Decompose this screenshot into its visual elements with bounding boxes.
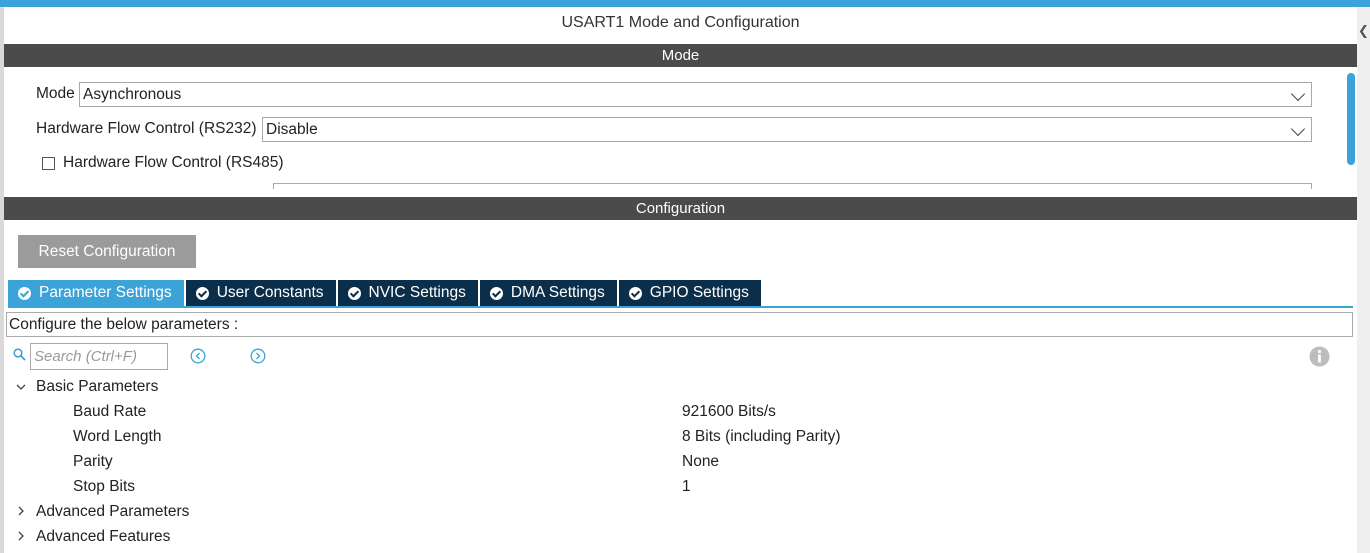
- tab-label: GPIO Settings: [649, 284, 749, 301]
- tab-label: Parameter Settings: [39, 284, 172, 301]
- search-input[interactable]: [30, 343, 168, 370]
- next-result-icon[interactable]: [250, 348, 266, 364]
- chevron-down-icon: [1290, 86, 1306, 102]
- group-advanced-parameters[interactable]: Advanced Parameters: [36, 503, 189, 521]
- chevron-down-icon[interactable]: [16, 382, 26, 392]
- configuration-section-header: Configuration: [4, 197, 1357, 220]
- flow-rs232-select[interactable]: Disable: [262, 117, 1312, 142]
- previous-result-icon[interactable]: [190, 348, 206, 364]
- check-circle-icon: [489, 286, 503, 300]
- tab-label: User Constants: [216, 284, 324, 301]
- chevron-right-icon[interactable]: [16, 506, 26, 516]
- mode-section-header: Mode: [4, 44, 1357, 67]
- mode-scrollbar-thumb[interactable]: [1347, 73, 1355, 165]
- chevron-down-icon: [1290, 121, 1306, 137]
- reset-configuration-button[interactable]: Reset Configuration: [18, 235, 196, 268]
- flow-rs232-label: Hardware Flow Control (RS232): [36, 120, 257, 137]
- tab-user-constants[interactable]: User Constants: [185, 280, 336, 306]
- tab-label: DMA Settings: [510, 284, 605, 301]
- mode-label: Mode: [36, 85, 75, 102]
- tab-label: NVIC Settings: [368, 284, 466, 301]
- check-circle-icon: [18, 286, 31, 300]
- top-accent-bar: [0, 0, 1370, 7]
- search-icon: [13, 348, 26, 361]
- panel-title: USART1 Mode and Configuration: [561, 14, 800, 31]
- tab-dma-settings[interactable]: DMA Settings: [479, 280, 617, 306]
- tab-parameter-settings[interactable]: Parameter Settings: [8, 280, 184, 306]
- check-circle-icon: [195, 286, 209, 300]
- param-value[interactable]: 1: [682, 478, 691, 496]
- param-value[interactable]: None: [682, 453, 719, 471]
- tab-gpio-settings[interactable]: GPIO Settings: [618, 280, 761, 306]
- mode-select-value: Asynchronous: [83, 86, 182, 103]
- tab-nvic-settings[interactable]: NVIC Settings: [337, 280, 478, 306]
- config-tabs: Parameter Settings User Constants NVIC S…: [8, 280, 763, 306]
- param-name: Baud Rate: [73, 403, 147, 420]
- param-name: Stop Bits: [73, 478, 136, 495]
- group-advanced-features[interactable]: Advanced Features: [36, 528, 170, 546]
- partial-field: [273, 183, 1312, 189]
- mode-select[interactable]: Asynchronous: [79, 82, 1312, 107]
- flow-rs232-select-value: Disable: [266, 121, 318, 138]
- tab-underline: [8, 306, 1353, 308]
- collapse-arrow-icon[interactable]: ❮: [1358, 24, 1369, 37]
- flow-rs485-checkbox[interactable]: [42, 157, 55, 170]
- flow-rs485-label: Hardware Flow Control (RS485): [63, 154, 284, 171]
- param-value[interactable]: 8 Bits (including Parity): [682, 428, 841, 446]
- check-circle-icon: [347, 286, 361, 300]
- info-icon[interactable]: [1309, 346, 1330, 367]
- group-basic-parameters[interactable]: Basic Parameters: [36, 378, 158, 396]
- param-name: Parity: [73, 453, 113, 470]
- description-box: Configure the below parameters :: [6, 312, 1353, 337]
- check-circle-icon: [628, 286, 642, 300]
- param-name: Word Length: [73, 428, 162, 445]
- param-value[interactable]: 921600 Bits/s: [682, 403, 776, 421]
- chevron-right-icon[interactable]: [16, 531, 26, 541]
- right-scroll-strip[interactable]: [1357, 7, 1370, 553]
